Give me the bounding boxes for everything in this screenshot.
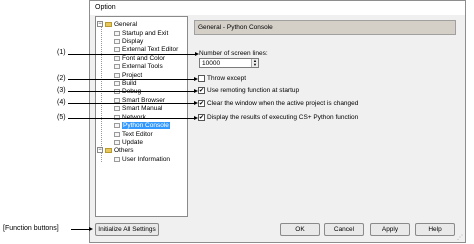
callout-3: (3) bbox=[57, 87, 66, 94]
tree-item-debug[interactable]: Debug bbox=[114, 88, 141, 96]
panel-title: General - Python Console bbox=[198, 24, 273, 31]
display-results-label: Display the results of executing CS+ Pyt… bbox=[207, 114, 359, 121]
arrowhead-icon bbox=[194, 77, 198, 81]
category-tree[interactable]: − General Startup and Exit Display Extern… bbox=[95, 16, 188, 217]
page-icon bbox=[114, 63, 120, 69]
screen-lines-value: 10000 bbox=[202, 60, 221, 67]
tree-item-update[interactable]: Update bbox=[114, 139, 143, 147]
tree-item-external-text-editor[interactable]: External Text Editor bbox=[114, 46, 178, 54]
folder-icon bbox=[105, 147, 112, 153]
arrowhead-icon bbox=[195, 52, 199, 56]
page-icon bbox=[114, 122, 120, 128]
clear-window-label: Clear the window when the active project… bbox=[207, 100, 359, 107]
arrowhead-icon bbox=[194, 116, 198, 120]
tree-item-display[interactable]: Display bbox=[114, 38, 143, 46]
folder-icon bbox=[105, 21, 112, 27]
throw-except-checkbox[interactable] bbox=[198, 75, 205, 82]
initialize-all-settings-button[interactable]: Initialize All Settings bbox=[95, 223, 159, 236]
display-results-checkbox[interactable]: ✔ bbox=[198, 114, 205, 121]
spin-arrows-icon[interactable]: ▲ ▼ bbox=[251, 59, 258, 67]
screen-lines-spinbox[interactable]: 10000 ▲ ▼ bbox=[199, 58, 259, 68]
page-icon bbox=[114, 38, 120, 44]
ok-button[interactable]: OK bbox=[280, 223, 320, 236]
page-icon bbox=[114, 131, 120, 137]
screen-lines-label: Number of screen lines: bbox=[199, 50, 268, 57]
callout-function-buttons: [Function buttons] bbox=[3, 225, 59, 232]
tree-item-text-editor[interactable]: Text Editor bbox=[114, 131, 153, 139]
page-icon bbox=[114, 139, 120, 145]
leader-line-3 bbox=[68, 91, 194, 92]
page-icon bbox=[114, 80, 120, 86]
page-icon bbox=[114, 72, 120, 78]
title-bar: Option bbox=[90, 1, 465, 15]
tree-item-startup-and-exit[interactable]: Startup and Exit bbox=[114, 30, 168, 38]
leader-line-2 bbox=[68, 79, 194, 80]
page-icon bbox=[114, 105, 120, 111]
collapse-icon[interactable]: − bbox=[97, 21, 103, 28]
leader-line-5 bbox=[68, 118, 194, 119]
leader-line-function-buttons bbox=[71, 229, 89, 230]
page-icon bbox=[114, 30, 120, 36]
help-button[interactable]: Help bbox=[415, 223, 455, 236]
callout-5: (5) bbox=[57, 114, 66, 121]
tree-item-general[interactable]: − General bbox=[97, 21, 137, 29]
panel-header: General - Python Console bbox=[194, 20, 456, 35]
callout-2: (2) bbox=[57, 75, 66, 82]
clear-window-checkbox[interactable]: ✔ bbox=[198, 100, 205, 107]
tree-item-font-and-color[interactable]: Font and Color bbox=[114, 55, 165, 63]
use-remoting-label: Use remoting function at startup bbox=[207, 87, 300, 94]
tree-guide-line bbox=[101, 27, 102, 162]
tree-item-others[interactable]: − Others bbox=[97, 147, 134, 155]
collapse-icon[interactable]: − bbox=[97, 147, 103, 154]
tree-item-smart-manual[interactable]: Smart Manual bbox=[114, 105, 162, 113]
dialog-title: Option bbox=[95, 4, 116, 11]
tree-item-user-information[interactable]: User Information bbox=[114, 156, 170, 164]
cancel-button[interactable]: Cancel bbox=[324, 223, 364, 236]
tree-item-build[interactable]: Build bbox=[114, 80, 136, 88]
callout-1: (1) bbox=[57, 49, 66, 56]
throw-except-label: Throw except bbox=[207, 75, 247, 82]
arrowhead-icon bbox=[194, 101, 198, 105]
use-remoting-checkbox[interactable]: ✔ bbox=[198, 87, 205, 94]
apply-button[interactable]: Apply bbox=[370, 223, 410, 236]
page-icon bbox=[114, 46, 120, 52]
page-icon bbox=[114, 156, 120, 162]
tree-item-python-console[interactable]: Python Console bbox=[114, 122, 170, 130]
leader-line-4 bbox=[68, 103, 194, 104]
arrowhead-icon bbox=[194, 89, 198, 93]
resize-grip-icon[interactable]: ⋰ bbox=[457, 234, 463, 241]
leader-line-1 bbox=[68, 54, 195, 55]
page-icon bbox=[114, 55, 120, 61]
tree-item-external-tools[interactable]: External Tools bbox=[114, 63, 163, 71]
arrowhead-icon bbox=[89, 227, 93, 231]
callout-4: (4) bbox=[57, 99, 66, 106]
